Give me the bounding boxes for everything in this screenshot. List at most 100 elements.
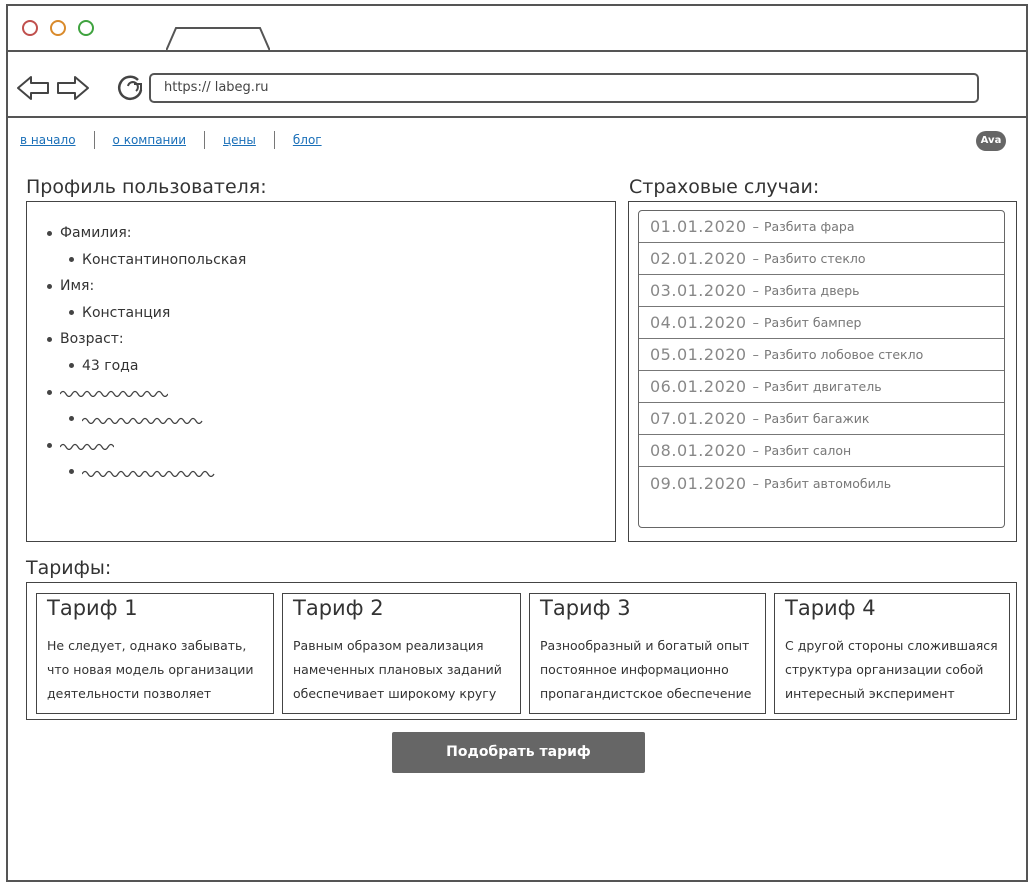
field-value: Констанция (82, 304, 171, 321)
user-avatar[interactable]: Ava (976, 131, 1006, 151)
profile-list: Фамилия: Константинопольская Имя: Конста… (47, 220, 246, 485)
list-item: Константинопольская (47, 247, 246, 274)
tariff-description: С другой стороны сложившаяся структура о… (785, 638, 998, 701)
list-item[interactable]: 05.01.2020– Разбито лобовое стекло (639, 339, 1004, 371)
field-label: Имя: (60, 278, 95, 295)
list-item: Констанция (47, 300, 246, 327)
tariff-description: Равным образом реализация намеченных пла… (293, 638, 502, 701)
tariff-card-2[interactable]: Тариф 2 Равным образом реализация намече… (282, 593, 521, 714)
tariffs-panel: Тариф 1 Не следует, однако забывать, что… (26, 582, 1017, 720)
choose-tariff-button[interactable]: Подобрать тариф (392, 732, 645, 773)
case-date: 03.01.2020 (650, 281, 747, 300)
list-item (47, 432, 246, 459)
case-separator: – (752, 379, 759, 394)
forward-arrow-icon[interactable] (56, 74, 90, 102)
list-item[interactable]: 03.01.2020– Разбита дверь (639, 275, 1004, 307)
list-item[interactable]: 06.01.2020– Разбит двигатель (639, 371, 1004, 403)
nav-link-blog[interactable]: блог (293, 133, 322, 147)
case-separator: – (752, 283, 759, 298)
bullet-icon (69, 257, 74, 263)
case-description: Разбито лобовое стекло (763, 347, 924, 362)
case-separator: – (752, 219, 759, 234)
bullet-icon (69, 416, 74, 422)
nav-link-about[interactable]: о компании (113, 133, 186, 147)
browser-tab[interactable] (166, 26, 270, 52)
case-separator: – (752, 251, 759, 266)
tariff-title: Тариф 2 (293, 596, 384, 620)
case-date: 06.01.2020 (650, 377, 747, 396)
field-value: 43 года (82, 357, 139, 374)
field-value: Константинопольская (82, 251, 247, 268)
placeholder-squiggle (60, 444, 114, 451)
list-item: Возраст: (47, 326, 246, 353)
case-separator: – (752, 443, 759, 458)
case-date: 04.01.2020 (650, 313, 747, 332)
list-item (47, 406, 246, 433)
cases-heading: Страховые случаи: (629, 176, 820, 198)
list-item[interactable]: 08.01.2020– Разбит салон (639, 435, 1004, 467)
list-item[interactable]: 01.01.2020– Разбита фара (639, 211, 1004, 243)
case-description: Разбита дверь (763, 283, 860, 298)
bullet-icon (47, 336, 52, 342)
tariff-card-3[interactable]: Тариф 3 Разнообразный и богатый опыт пос… (529, 593, 766, 714)
case-date: 05.01.2020 (650, 345, 747, 364)
tariff-description: Не следует, однако забывать, что новая м… (47, 638, 254, 701)
profile-panel: Фамилия: Константинопольская Имя: Конста… (26, 201, 616, 542)
field-label: Фамилия: (60, 225, 132, 242)
bullet-icon (47, 230, 52, 236)
tariff-title: Тариф 4 (785, 596, 876, 620)
list-item: 43 года (47, 353, 246, 380)
placeholder-squiggle (82, 417, 203, 424)
maximize-window-dot[interactable] (78, 20, 94, 36)
nav-divider (204, 131, 205, 149)
case-description: Разбита фара (763, 219, 855, 234)
close-window-dot[interactable] (22, 20, 38, 36)
list-item[interactable]: 09.01.2020– Разбит автомобиль (639, 467, 1004, 499)
list-item: Имя: (47, 273, 246, 300)
list-item (47, 379, 246, 406)
case-description: Разбит двигатель (763, 379, 882, 394)
cases-list[interactable]: 01.01.2020– Разбита фара 02.01.2020– Раз… (638, 210, 1005, 528)
case-description: Разбито стекло (763, 251, 866, 266)
bullet-icon (69, 469, 74, 475)
bullet-icon (69, 363, 74, 369)
case-date: 01.01.2020 (650, 217, 747, 236)
list-item[interactable]: 04.01.2020– Разбит бампер (639, 307, 1004, 339)
browser-toolbar: https:// labeg.ru (8, 52, 1026, 118)
list-item[interactable]: 07.01.2020– Разбит багажик (639, 403, 1004, 435)
bullet-icon (47, 442, 52, 448)
case-separator: – (752, 475, 759, 491)
case-description: Разбит салон (763, 443, 852, 458)
bullet-icon (47, 283, 52, 289)
list-item: Фамилия: (47, 220, 246, 247)
tariff-description: Разнообразный и богатый опыт постоянное … (540, 638, 752, 701)
tariff-title: Тариф 1 (47, 596, 138, 620)
case-description: Разбит автомобиль (763, 475, 892, 491)
url-field[interactable]: https:// labeg.ru (149, 73, 979, 103)
nav-link-prices[interactable]: цены (223, 133, 256, 147)
bullet-icon (47, 389, 52, 395)
case-date: 07.01.2020 (650, 409, 747, 428)
nav-divider (273, 131, 275, 149)
case-separator: – (752, 315, 759, 330)
minimize-window-dot[interactable] (50, 20, 66, 36)
reload-icon[interactable] (114, 72, 146, 104)
placeholder-squiggle (60, 391, 168, 398)
browser-titlebar (8, 6, 1026, 52)
back-arrow-icon[interactable] (16, 74, 50, 102)
case-date: 02.01.2020 (650, 249, 747, 268)
top-navigation: в начало о компании цены блог (20, 130, 322, 150)
case-separator: – (752, 411, 759, 426)
tariff-title: Тариф 3 (540, 596, 631, 620)
bullet-icon (69, 310, 74, 316)
list-item[interactable]: 02.01.2020– Разбито стекло (639, 243, 1004, 275)
list-item (47, 459, 246, 486)
field-label: Возраст: (60, 331, 124, 348)
tariffs-heading: Тарифы: (26, 557, 112, 579)
nav-link-home[interactable]: в начало (20, 133, 76, 147)
tariff-card-4[interactable]: Тариф 4 С другой стороны сложившаяся стр… (774, 593, 1010, 714)
case-date: 08.01.2020 (650, 441, 747, 460)
cases-panel: 01.01.2020– Разбита фара 02.01.2020– Раз… (628, 201, 1017, 542)
tariff-card-1[interactable]: Тариф 1 Не следует, однако забывать, что… (36, 593, 274, 714)
nav-divider (93, 131, 95, 149)
